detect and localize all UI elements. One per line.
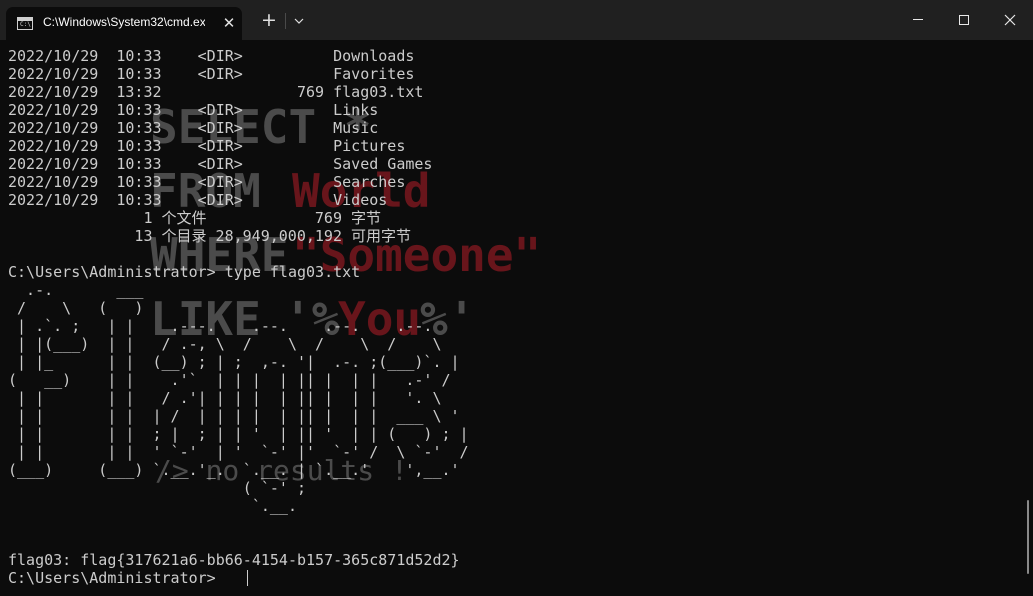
- flag-output-line: flag03: flag{317621a6-bb66-4154-b157-365…: [8, 551, 460, 569]
- terminal-line: 2022/10/29 10:33 <DIR> Saved Games: [8, 155, 433, 173]
- tab-close-icon[interactable]: ✕: [218, 12, 240, 34]
- chevron-down-icon[interactable]: [290, 11, 308, 31]
- terminal-window: C:\ C:\Windows\System32\cmd.ex ✕ + SELEC…: [0, 0, 1033, 596]
- minimize-button[interactable]: [895, 0, 941, 40]
- tab-divider: [285, 13, 286, 29]
- terminal-line: 2022/10/29 10:33 <DIR> Videos: [8, 191, 388, 209]
- close-button[interactable]: [987, 0, 1033, 40]
- minimize-icon: [913, 19, 923, 20]
- new-tab-button[interactable]: +: [258, 9, 280, 31]
- terminal-line: | .`. ; | | .---. .--. .--. .--.: [8, 317, 433, 335]
- terminal-line: | | | | / .'| | | | | || | | | '. \: [8, 389, 442, 407]
- terminal-line: | | | | | / | | | | | || | | | ___ \ ': [8, 407, 460, 425]
- terminal-line: (___) (___) `.__.'_. `.__. | `.__.' ',__…: [8, 461, 460, 479]
- terminal-line: | |_ | | (__) ; | ; ,-. '| .-. ;(___)`. …: [8, 353, 460, 371]
- terminal-line: 2022/10/29 10:33 <DIR> Downloads: [8, 47, 415, 65]
- tab-cmd[interactable]: C:\ C:\Windows\System32\cmd.ex ✕: [6, 7, 242, 40]
- terminal-line: | |(___) | | / .-, \ / \ / \ / \: [8, 335, 442, 353]
- terminal-line: 2022/10/29 10:33 <DIR> Searches: [8, 173, 406, 191]
- terminal-line: 2022/10/29 13:32 769 flag03.txt: [8, 83, 424, 101]
- scrollbar-thumb[interactable]: [1027, 500, 1029, 574]
- terminal-line: `.__.: [8, 497, 297, 515]
- cmd-icon-label: C:\: [20, 21, 31, 28]
- terminal-line: C:\Users\Administrator> type flag03.txt: [8, 263, 361, 281]
- maximize-button[interactable]: [941, 0, 987, 40]
- title-bar: C:\ C:\Windows\System32\cmd.ex ✕ +: [0, 0, 1033, 40]
- terminal-line: .-. ___: [8, 281, 144, 299]
- close-icon: [1004, 14, 1016, 26]
- maximize-icon: [959, 15, 969, 25]
- text-cursor: [247, 570, 248, 586]
- command-prompt[interactable]: C:\Users\Administrator>: [8, 569, 225, 587]
- terminal-line: ( `-' ;: [8, 479, 307, 497]
- tab-title: C:\Windows\System32\cmd.ex: [43, 15, 205, 29]
- terminal-line: | | | | ; | ; | | ' | || ' | | ( ) ; |: [8, 425, 469, 443]
- terminal-line: | | | | ' `-' | ' `-' |' `-' / \ `-' /: [8, 443, 469, 461]
- terminal-line: 2022/10/29 10:33 <DIR> Music: [8, 119, 379, 137]
- terminal-line: 1 个文件 769 字节: [8, 209, 382, 227]
- terminal-line: 2022/10/29 10:33 <DIR> Links: [8, 101, 379, 119]
- terminal-line: 2022/10/29 10:33 <DIR> Favorites: [8, 65, 415, 83]
- terminal-output[interactable]: 2022/10/29 10:33 <DIR> Downloads 2022/10…: [0, 40, 1024, 596]
- terminal-line: ( __) | | .'` | | | | || | | | .-' /: [8, 371, 451, 389]
- terminal-line: 13 个目录 28,949,000,192 可用字节: [8, 227, 412, 245]
- terminal-line: 2022/10/29 10:33 <DIR> Pictures: [8, 137, 406, 155]
- cmd-icon: C:\: [17, 17, 33, 30]
- terminal-line: / \ ( ): [8, 299, 144, 317]
